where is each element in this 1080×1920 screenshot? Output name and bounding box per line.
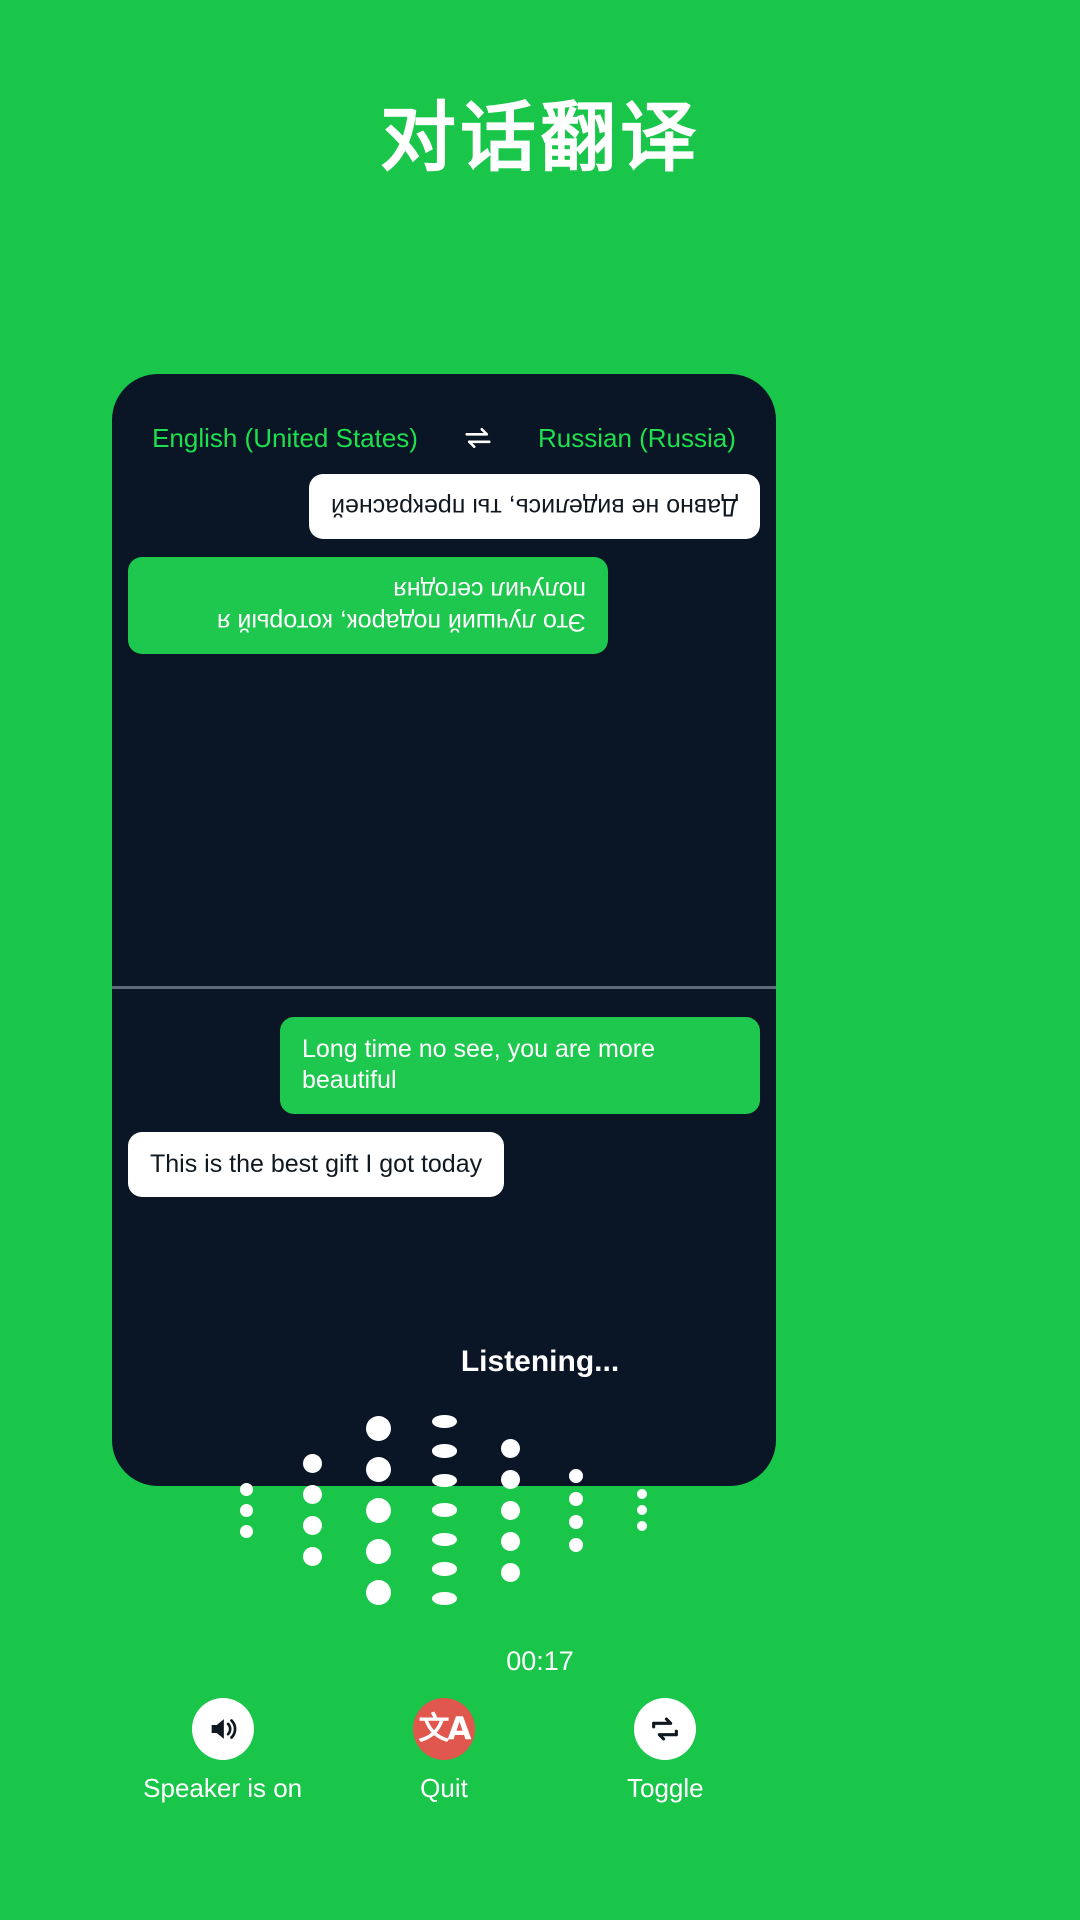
waveform-dot: [500, 1500, 520, 1520]
message-bubble-remote-2[interactable]: Давно не виделись, ты прекрасней: [309, 474, 760, 540]
waveform-column-7: [609, 1415, 675, 1605]
listening-status-label: Listening...: [460, 1345, 620, 1378]
waveform-column-4: [411, 1415, 477, 1605]
waveform-dot: [365, 1497, 391, 1523]
waveform-dot: [569, 1491, 583, 1506]
waveform-dot: [239, 1482, 253, 1496]
waveform-dot: [500, 1531, 520, 1551]
speaker-button-label: Speaker is on: [143, 1773, 303, 1803]
waveform-dot: [239, 1503, 253, 1517]
waveform-dot: [500, 1469, 520, 1489]
message-bubble-remote-1[interactable]: Это лучший подарок, который я получил се…: [128, 557, 608, 654]
waveform-dot: [302, 1454, 322, 1473]
message-row: Это лучший подарок, который я получил се…: [128, 557, 760, 654]
waveform-dot: [637, 1489, 647, 1499]
waveform-dot: [431, 1415, 457, 1429]
waveform-dot: [365, 1456, 391, 1482]
speaker-on-icon[interactable]: [191, 1698, 254, 1760]
waveform-column-1: [213, 1415, 279, 1605]
waveform-column-2: [279, 1415, 345, 1605]
control-bar: Speaker is on 文A Quit Toggle: [112, 1698, 776, 1804]
toggle-button-label: Toggle: [627, 1773, 704, 1803]
message-bubble-local-2[interactable]: This is the best gift I got today: [128, 1131, 505, 1197]
waveform-dot: [302, 1547, 322, 1566]
waveform-column-6: [543, 1415, 609, 1605]
message-row: Long time no see, you are more beautiful: [128, 1017, 760, 1114]
page-title: 对话翻译: [380, 93, 700, 182]
speaker-button[interactable]: Speaker is on: [123, 1698, 323, 1804]
waveform-dot: [239, 1524, 253, 1538]
source-language-selector[interactable]: English (United States): [152, 423, 418, 454]
waveform-dot: [365, 1579, 391, 1605]
toggle-swap-icon[interactable]: [634, 1698, 697, 1760]
waveform-dot: [569, 1537, 583, 1552]
swap-horizontal-icon[interactable]: [460, 420, 496, 456]
waveform-dot: [302, 1516, 322, 1535]
target-language-selector[interactable]: Russian (Russia): [538, 423, 736, 454]
waveform-dot: [365, 1415, 391, 1441]
waveform-dot: [637, 1505, 647, 1515]
waveform-dot: [431, 1532, 457, 1547]
waveform-dot: [431, 1473, 457, 1488]
waveform-dot: [500, 1438, 520, 1458]
waveform-column-5: [477, 1415, 543, 1605]
waveform-dot: [637, 1521, 647, 1531]
waveform-column-3: [345, 1415, 411, 1605]
translate-icon[interactable]: 文A: [412, 1698, 475, 1760]
waveform-dot: [431, 1591, 457, 1605]
audio-waveform-visualizer: [112, 1415, 776, 1605]
recording-timer: 00:17: [506, 1646, 574, 1676]
waveform-dot: [569, 1514, 583, 1529]
waveform-dot: [500, 1562, 520, 1582]
waveform-dot: [431, 1503, 457, 1517]
waveform-dot: [302, 1485, 322, 1504]
waveform-dot: [431, 1444, 457, 1458]
message-bubble-local-1[interactable]: Long time no see, you are more beautiful: [280, 1017, 760, 1114]
local-conversation-panel: Long time no see, you are more beautiful…: [112, 999, 776, 1197]
quit-button-label: Quit: [420, 1773, 468, 1803]
message-row: Давно не виделись, ты прекрасней: [128, 474, 760, 540]
waveform-dot: [569, 1468, 583, 1483]
toggle-button[interactable]: Toggle: [565, 1698, 765, 1804]
remote-conversation-panel: Это лучший подарок, который я получил се…: [112, 474, 776, 987]
panel-divider: [112, 986, 776, 989]
translate-glyph: 文A: [418, 1710, 471, 1747]
language-bar: English (United States) Russian (Russia): [112, 414, 776, 462]
phone-frame: English (United States) Russian (Russia)…: [112, 374, 776, 1486]
waveform-dot: [431, 1562, 457, 1576]
message-row: This is the best gift I got today: [128, 1131, 760, 1197]
quit-button[interactable]: 文A Quit: [344, 1698, 544, 1804]
waveform-dot: [365, 1538, 391, 1564]
